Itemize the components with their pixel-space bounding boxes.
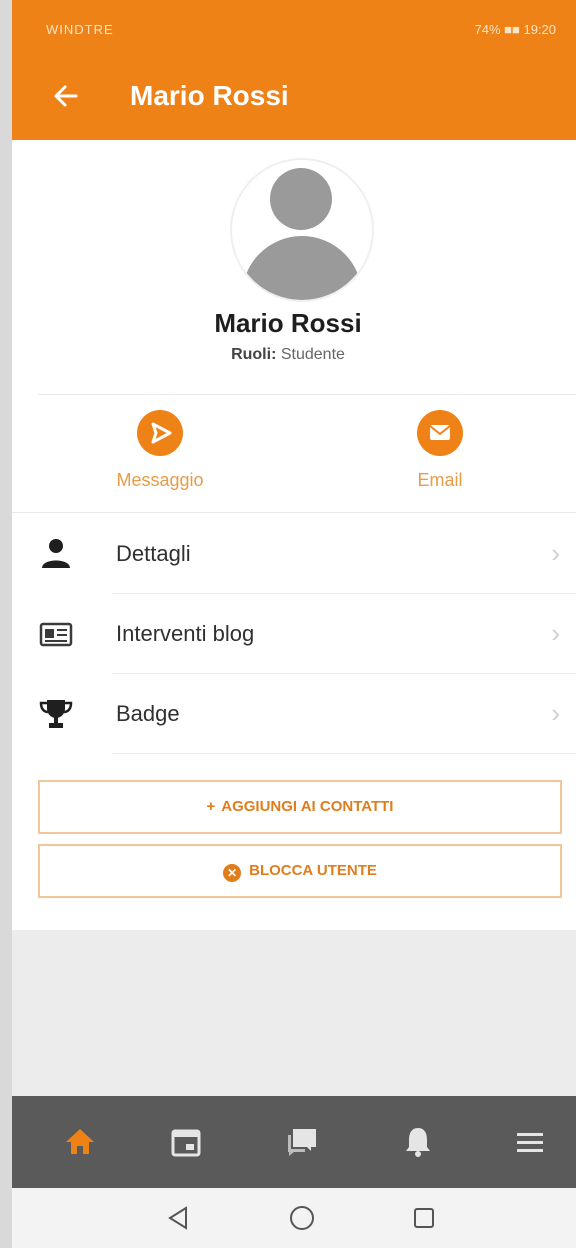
avatar-head: [270, 168, 332, 230]
add-contact-button[interactable]: + AGGIUNGI AI CONTATTI: [38, 780, 562, 834]
app-screen: WINDTRE 74% ■■ 19:20 Mario Rossi Mario R…: [12, 0, 576, 1248]
bottom-nav: [12, 1096, 576, 1188]
person-icon: [38, 536, 74, 572]
roles-value: Studente: [280, 346, 345, 363]
block-user-label: BLOCCA UTENTE: [249, 862, 377, 879]
email-label: Email: [417, 470, 463, 490]
menu-item-interventi-blog[interactable]: Interventi blog ›: [12, 594, 576, 674]
row-separator: [112, 753, 576, 754]
menu-label-dettagli: Dettagli: [116, 541, 191, 566]
profile-roles: Ruoli: Studente: [12, 346, 576, 364]
add-contact-label: AGGIUNGI AI CONTATTI: [221, 798, 394, 815]
home-icon[interactable]: [58, 1120, 102, 1164]
bell-icon[interactable]: [396, 1120, 440, 1164]
mail-icon: [417, 410, 463, 456]
chat-icon[interactable]: [280, 1120, 324, 1164]
menu-item-badge[interactable]: Badge ›: [12, 674, 576, 754]
divider: [38, 394, 576, 395]
app-bar: Mario Rossi: [12, 52, 576, 140]
trophy-icon: [38, 696, 74, 732]
calendar-icon[interactable]: [164, 1120, 208, 1164]
menu-label-interventi-blog: Interventi blog: [116, 621, 255, 646]
message-label: Messaggio: [116, 470, 204, 490]
chevron-right-icon: ›: [551, 618, 560, 648]
block-user-button[interactable]: ✕ BLOCCA UTENTE: [38, 844, 562, 898]
message-action[interactable]: Messaggio: [60, 410, 260, 491]
id-card-icon: [38, 616, 74, 652]
email-action[interactable]: Email: [340, 410, 540, 491]
recents-square-icon[interactable]: [408, 1202, 440, 1234]
chevron-right-icon: ›: [551, 538, 560, 568]
menu-icon[interactable]: [508, 1120, 552, 1164]
menu-label-badge: Badge: [116, 701, 180, 726]
chevron-right-icon: ›: [551, 698, 560, 728]
close-circle-icon: ✕: [223, 864, 242, 882]
menu-item-dettagli[interactable]: Dettagli ›: [12, 514, 576, 594]
back-triangle-icon[interactable]: [162, 1202, 194, 1234]
send-icon: [137, 410, 183, 456]
avatar-body: [242, 236, 362, 300]
profile-name: Mario Rossi: [214, 308, 362, 338]
divider: [12, 512, 576, 513]
home-circle-icon[interactable]: [286, 1202, 318, 1234]
profile-content: Mario Rossi Ruoli: Studente Messaggio Em…: [12, 140, 576, 930]
avatar: [230, 158, 374, 302]
arrow-left-icon[interactable]: [48, 78, 84, 114]
page-title: Mario Rossi: [130, 80, 289, 111]
status-right-text: 74% ■■ 19:20: [474, 22, 556, 37]
status-bar: WINDTRE 74% ■■ 19:20: [12, 0, 576, 52]
roles-label: Ruoli:: [231, 346, 277, 363]
carrier-text: WINDTRE: [46, 22, 114, 37]
plus-icon: +: [206, 798, 216, 815]
system-nav-bar: [12, 1188, 576, 1248]
